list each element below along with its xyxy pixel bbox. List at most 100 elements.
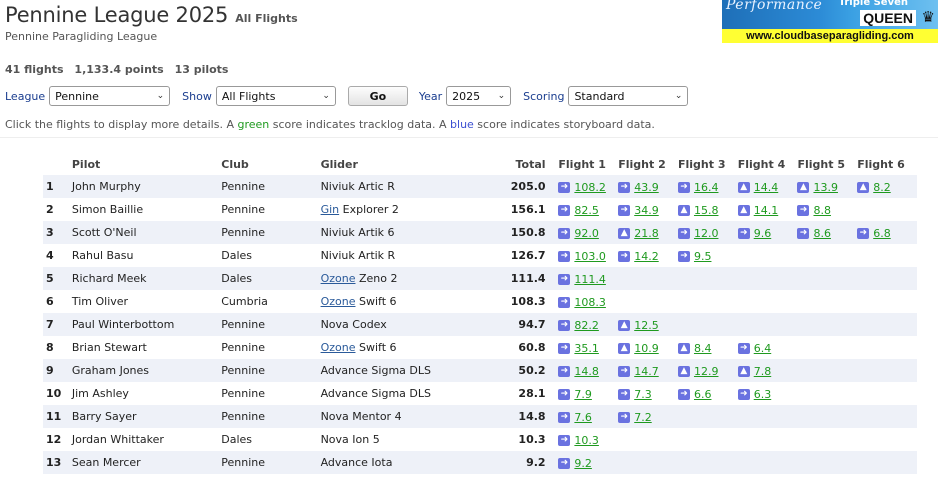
table-row[interactable]: 4 Rahul Basu Dales Niviuk Artik R 126.7 ➜ 103.… (43, 244, 917, 267)
flight-score[interactable]: 9.6 (754, 227, 772, 240)
flight-score[interactable]: 8.2 (873, 181, 891, 194)
flight-link[interactable]: ➜ 7.6 (558, 411, 592, 424)
flight-score[interactable]: 43.9 (634, 181, 659, 194)
flight-score[interactable]: 14.4 (754, 181, 779, 194)
flight-link[interactable]: ➜ 9.6 (737, 227, 772, 240)
flight-score[interactable]: 14.7 (634, 365, 659, 378)
flight-score[interactable]: 108.2 (574, 181, 606, 194)
flight-score[interactable]: 10.3 (574, 434, 599, 447)
flight-score[interactable]: 16.4 (694, 181, 719, 194)
table-row[interactable]: 2 Simon Baillie Pennine Gin Explorer 2 156.1… (43, 198, 917, 221)
flight-score[interactable]: 7.8 (754, 365, 772, 378)
table-row[interactable]: 11 Barry Sayer Pennine Nova Mentor 4 14.8 ➜ 7.… (43, 405, 917, 428)
flight-score[interactable]: 7.2 (634, 411, 652, 424)
flight-link[interactable]: ➜ 34.9 (618, 204, 659, 217)
flight-score[interactable]: 6.4 (754, 342, 772, 355)
flight-score[interactable]: 9.2 (574, 457, 592, 470)
flight-link[interactable]: ➜ 8.8 (797, 204, 831, 217)
flight-link[interactable]: ▲ 10.9 (618, 342, 659, 355)
flight-link[interactable]: ➜ 6.8 (857, 227, 891, 240)
flight-link[interactable]: ➜ 14.2 (618, 250, 659, 263)
flight-score[interactable]: 9.5 (694, 250, 712, 263)
flight-score[interactable]: 8.8 (813, 204, 831, 217)
flight-score[interactable]: 14.1 (754, 204, 779, 217)
table-row[interactable]: 3 Scott O'Neil Pennine Niviuk Artik 6 150.8 ➜… (43, 221, 917, 244)
flight-score[interactable]: 7.6 (574, 411, 592, 424)
flight-link[interactable]: ➜ 82.5 (558, 204, 599, 217)
flight-link[interactable]: ➜ 82.2 (558, 319, 599, 332)
flight-link[interactable]: ▲ 14.4 (737, 181, 779, 194)
table-row[interactable]: 12 Jordan Whittaker Dales Nova Ion 5 10.3 ➜ 10… (43, 428, 917, 451)
flight-score[interactable]: 34.9 (634, 204, 659, 217)
flight-link[interactable]: ➜ 92.0 (558, 227, 599, 240)
flight-link[interactable]: ➜ 7.9 (558, 388, 592, 401)
year-select[interactable]: 2025 ⌄ (446, 86, 512, 106)
flight-score[interactable]: 111.4 (574, 273, 606, 286)
table-row[interactable]: 9 Graham Jones Pennine Advance Sigma DLS 50.… (43, 359, 917, 382)
flight-score[interactable]: 14.8 (574, 365, 599, 378)
flight-link[interactable]: ▲ 7.8 (737, 365, 772, 378)
flight-score[interactable]: 15.8 (694, 204, 719, 217)
glider-manufacturer-link[interactable]: Ozone (321, 341, 356, 354)
flight-score[interactable]: 108.3 (574, 296, 606, 309)
flight-link[interactable]: ➜ 7.2 (618, 411, 652, 424)
flight-link[interactable]: ▲ 15.8 (677, 204, 719, 217)
flight-link[interactable]: ➜ 8.6 (797, 227, 831, 240)
flight-link[interactable]: ➜ 7.3 (618, 388, 652, 401)
flight-link[interactable]: ▲ 8.2 (857, 181, 891, 194)
flight-link[interactable]: ➜ 14.8 (558, 365, 599, 378)
table-row[interactable]: 5 Richard Meek Dales Ozone Zeno 2 111.4 ➜ 111.… (43, 267, 917, 290)
flight-link[interactable]: ➜ 35.1 (558, 342, 599, 355)
flight-score[interactable]: 6.8 (873, 227, 891, 240)
table-row[interactable]: 10 Jim Ashley Pennine Advance Sigma DLS 28.1… (43, 382, 917, 405)
flight-score[interactable]: 6.3 (754, 388, 772, 401)
flight-link[interactable]: ▲ 8.4 (677, 342, 712, 355)
flight-score[interactable]: 10.9 (634, 342, 659, 355)
flight-score[interactable]: 12.9 (694, 365, 719, 378)
flight-link[interactable]: ➜ 108.2 (558, 181, 606, 194)
banner-url[interactable]: www.cloudbaseparagliding.com (722, 29, 938, 43)
flight-score[interactable]: 103.0 (574, 250, 606, 263)
flight-link[interactable]: ➜ 10.3 (558, 434, 599, 447)
table-row[interactable]: 6 Tim Oliver Cumbria Ozone Swift 6 108.3 ➜ 108… (43, 290, 917, 313)
flight-link[interactable]: ▲ 13.9 (797, 181, 838, 194)
flight-score[interactable]: 12.0 (694, 227, 719, 240)
flight-score[interactable]: 13.9 (813, 181, 838, 194)
glider-manufacturer-link[interactable]: Gin (321, 203, 340, 216)
go-button[interactable]: Go (347, 86, 408, 106)
flight-link[interactable]: ➜ 103.0 (558, 250, 606, 263)
show-select[interactable]: All Flights ⌄ (215, 86, 336, 106)
flight-link[interactable]: ➜ 6.3 (737, 388, 772, 401)
flight-score[interactable]: 14.2 (634, 250, 659, 263)
flight-link[interactable]: ➜ 12.0 (677, 227, 719, 240)
scoring-select[interactable]: Standard ⌄ (568, 86, 689, 106)
flight-link[interactable]: ➜ 6.6 (677, 388, 712, 401)
flight-link[interactable]: ▲ 14.1 (737, 204, 779, 217)
flight-score[interactable]: 8.6 (813, 227, 831, 240)
table-row[interactable]: 13 Sean Mercer Pennine Advance Iota 9.2 ➜ 9.2 (43, 451, 917, 474)
flight-link[interactable]: ▲ 12.5 (618, 319, 659, 332)
flight-link[interactable]: ➜ 108.3 (558, 296, 606, 309)
flight-link[interactable]: ➜ 43.9 (618, 181, 659, 194)
flight-score[interactable]: 82.2 (574, 319, 599, 332)
flight-score[interactable]: 8.4 (694, 342, 712, 355)
table-row[interactable]: 8 Brian Stewart Pennine Ozone Swift 6 60.8 ➜ 3… (43, 336, 917, 359)
flight-score[interactable]: 92.0 (574, 227, 599, 240)
flight-link[interactable]: ▲ 12.9 (677, 365, 719, 378)
league-select[interactable]: Pennine ⌄ (49, 86, 171, 106)
flight-score[interactable]: 12.5 (634, 319, 659, 332)
flight-link[interactable]: ▲ 21.8 (618, 227, 659, 240)
flight-link[interactable]: ➜ 16.4 (677, 181, 719, 194)
sponsor-banner[interactable]: Performance Triple Seven QUEEN ♛ www.clo… (722, 0, 938, 43)
flight-link[interactable]: ➜ 9.5 (677, 250, 712, 263)
flight-link[interactable]: ➜ 14.7 (618, 365, 659, 378)
flight-score[interactable]: 6.6 (694, 388, 712, 401)
table-row[interactable]: 1 John Murphy Pennine Niviuk Artic R 205.0 ➜ 1… (43, 175, 917, 198)
flight-score[interactable]: 35.1 (574, 342, 599, 355)
flight-score[interactable]: 7.9 (574, 388, 592, 401)
flight-link[interactable]: ➜ 111.4 (558, 273, 606, 286)
glider-manufacturer-link[interactable]: Ozone (321, 295, 356, 308)
flight-link[interactable]: ➜ 9.2 (558, 457, 592, 470)
glider-manufacturer-link[interactable]: Ozone (321, 272, 356, 285)
flight-score[interactable]: 82.5 (574, 204, 599, 217)
